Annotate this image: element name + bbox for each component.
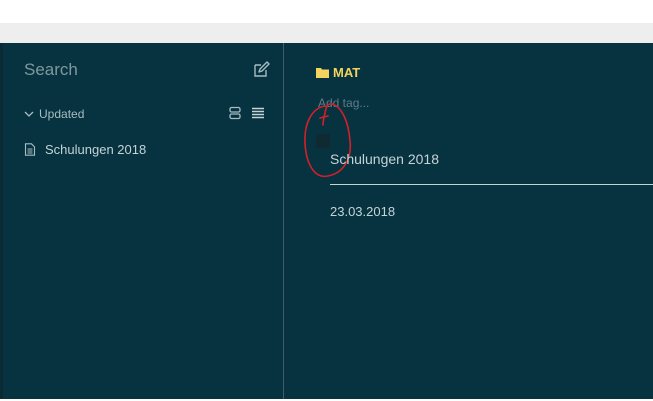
document-icon — [24, 143, 36, 156]
app-window: Updated Schulungen 2018 MAT — [0, 43, 653, 399]
chevron-down-icon — [24, 111, 34, 117]
title-divider — [330, 184, 653, 185]
search-input[interactable] — [22, 57, 236, 83]
tag-input[interactable] — [316, 94, 520, 112]
view-toggle — [228, 106, 265, 120]
list-view-icon[interactable] — [251, 106, 265, 120]
note-title[interactable]: Schulungen 2018 — [330, 151, 439, 167]
sidebar-edge — [0, 43, 3, 399]
note-list-sidebar: Updated Schulungen 2018 — [0, 43, 284, 399]
note-body-text[interactable]: 23.03.2018 — [330, 204, 395, 219]
notebook-name: MAT — [333, 65, 361, 80]
sort-label: Updated — [39, 107, 85, 121]
note-list-item-title: Schulungen 2018 — [45, 142, 147, 157]
expanded-view-icon[interactable] — [228, 106, 242, 120]
note-list-item[interactable]: Schulungen 2018 — [24, 142, 146, 157]
top-bar — [0, 0, 653, 23]
notebook-selector[interactable]: MAT — [316, 65, 360, 80]
checkbox[interactable] — [316, 134, 330, 148]
title-bar — [0, 23, 653, 43]
sort-selector[interactable]: Updated — [24, 105, 84, 123]
red-circle-annotation — [304, 103, 352, 178]
folder-icon — [316, 68, 329, 78]
compose-icon[interactable] — [252, 61, 270, 79]
